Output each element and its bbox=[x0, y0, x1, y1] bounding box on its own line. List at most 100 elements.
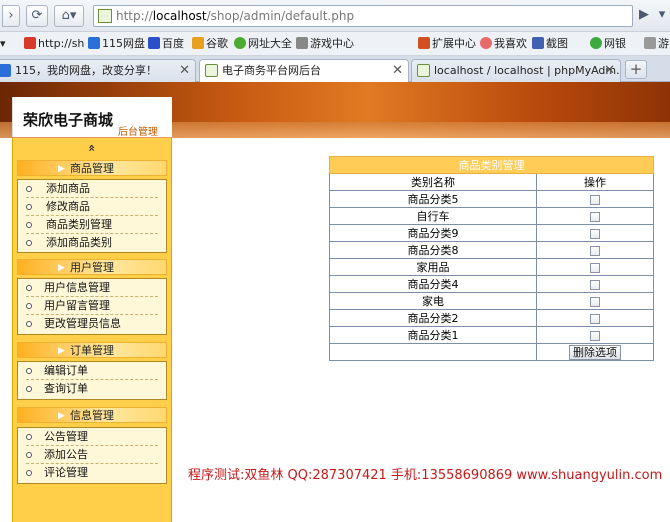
menu-item[interactable]: 用户留言管理 bbox=[26, 297, 158, 315]
bookmark-icon bbox=[644, 37, 656, 49]
bookmarks-bar: ▾ http://sh 115网盘 百度 谷歌 网址大全 游戏中心 扩展中心 我… bbox=[0, 32, 670, 56]
select-checkbox[interactable] bbox=[590, 194, 600, 205]
bookmark-label: 百度 bbox=[162, 37, 184, 50]
bookmark-item[interactable]: 截图 bbox=[532, 37, 568, 51]
bookmark-item[interactable]: 游 bbox=[644, 37, 669, 51]
action-cell bbox=[536, 326, 654, 344]
menu-group-title: 用户管理 bbox=[70, 261, 114, 274]
bullet-icon bbox=[26, 240, 32, 246]
menu-group-title: 商品管理 bbox=[70, 162, 114, 175]
category-name-cell: 商品分类9 bbox=[329, 224, 537, 242]
menu-item[interactable]: 用户信息管理 bbox=[26, 279, 158, 297]
bullet-icon bbox=[26, 470, 32, 476]
refresh-icon[interactable]: ⟳ bbox=[26, 5, 48, 27]
go-button[interactable]: ▶ bbox=[636, 5, 652, 27]
action-cell bbox=[536, 207, 654, 225]
select-checkbox[interactable] bbox=[590, 296, 600, 307]
menu-item[interactable]: 添加商品 bbox=[26, 180, 158, 198]
menu-group-header-orders[interactable]: ▶ 订单管理 bbox=[17, 342, 167, 358]
forward-button[interactable]: › bbox=[2, 5, 20, 27]
browser-tab[interactable]: 115，我的网盘，改变分享！ ✕ bbox=[0, 59, 196, 82]
menu-item[interactable]: 添加公告 bbox=[26, 446, 158, 464]
close-icon[interactable]: ✕ bbox=[604, 60, 615, 81]
menu-group-products: 添加商品 修改商品 商品类别管理 添加商品类别 bbox=[17, 179, 167, 253]
bookmark-item[interactable]: 游戏中心 bbox=[296, 37, 354, 51]
select-checkbox[interactable] bbox=[590, 313, 600, 324]
triangle-right-icon: ▶ bbox=[58, 411, 65, 421]
menu-item[interactable]: 评论管理 bbox=[26, 464, 158, 482]
menu-item[interactable]: 公告管理 bbox=[26, 428, 158, 446]
menu-item[interactable]: 查询订单 bbox=[26, 380, 158, 398]
tab-favicon bbox=[0, 64, 11, 77]
bookmark-icon bbox=[296, 37, 308, 49]
action-cell bbox=[536, 224, 654, 242]
collapse-icon[interactable]: « bbox=[85, 141, 99, 155]
home-icon[interactable]: ⌂▾ bbox=[54, 5, 84, 27]
bookmark-item[interactable]: http://sh bbox=[24, 37, 84, 51]
action-cell bbox=[536, 309, 654, 327]
bullet-icon bbox=[26, 434, 32, 440]
bookmarks-chevron-icon[interactable]: ▾ bbox=[0, 37, 6, 51]
menu-item-label: 修改商品 bbox=[46, 200, 90, 213]
menu-group-users: 用户信息管理 用户留言管理 更改管理员信息 bbox=[17, 278, 167, 335]
table-row: 自行车 bbox=[329, 207, 654, 225]
browser-tab-active[interactable]: 电子商务平台网后台 ✕ bbox=[199, 59, 409, 83]
table-row: 商品分类1 bbox=[329, 326, 654, 344]
bookmark-item[interactable]: 网银 bbox=[590, 37, 626, 51]
close-icon[interactable]: ✕ bbox=[392, 60, 403, 81]
category-name-cell: 商品分类2 bbox=[329, 309, 537, 327]
browser-tab[interactable]: localhost / localhost | phpMyAdm... ✕ bbox=[411, 59, 621, 82]
bookmark-item[interactable]: 扩展中心 bbox=[418, 37, 476, 51]
menu-group-header-users[interactable]: ▶ 用户管理 bbox=[17, 259, 167, 275]
bullet-icon bbox=[26, 303, 32, 309]
menu-item[interactable]: 修改商品 bbox=[26, 198, 158, 216]
bullet-icon bbox=[26, 285, 32, 291]
bookmark-icon bbox=[192, 37, 204, 49]
select-checkbox[interactable] bbox=[590, 262, 600, 273]
table-row: 家电 bbox=[329, 292, 654, 310]
action-cell bbox=[536, 292, 654, 310]
menu-item-label: 添加商品 bbox=[46, 182, 90, 195]
bullet-icon bbox=[26, 204, 32, 210]
menu-group-header-info[interactable]: ▶ 信息管理 bbox=[17, 407, 167, 423]
select-checkbox[interactable] bbox=[590, 330, 600, 341]
bookmark-icon bbox=[480, 37, 492, 49]
select-checkbox[interactable] bbox=[590, 245, 600, 256]
menu-item[interactable]: 编辑订单 bbox=[26, 362, 158, 380]
delete-selected-button[interactable]: 删除选项 bbox=[569, 344, 621, 360]
menu-item[interactable]: 添加商品类别 bbox=[26, 234, 158, 252]
menu-item-label: 查询订单 bbox=[44, 382, 88, 395]
table-row: 商品分类9 bbox=[329, 224, 654, 242]
url-prefix: http:// bbox=[116, 9, 153, 23]
menu-item-label: 评论管理 bbox=[44, 466, 88, 479]
new-tab-button[interactable]: + bbox=[625, 60, 647, 79]
bullet-icon bbox=[26, 321, 32, 327]
tab-favicon bbox=[205, 64, 218, 77]
dropdown-button[interactable]: ▾ bbox=[654, 5, 670, 27]
table-row: 商品分类8 bbox=[329, 241, 654, 259]
close-icon[interactable]: ✕ bbox=[179, 60, 190, 81]
menu-group-orders: 编辑订单 查询订单 bbox=[17, 361, 167, 400]
menu-item-label: 用户留言管理 bbox=[44, 299, 110, 312]
select-checkbox[interactable] bbox=[590, 279, 600, 290]
url-input[interactable]: http://localhost/shop/admin/default.php bbox=[93, 5, 633, 27]
menu-item-label: 商品类别管理 bbox=[46, 218, 112, 231]
footer-credit: 程序测试:双鱼林 QQ:287307421 手机:13558690869 www… bbox=[188, 468, 663, 483]
select-checkbox[interactable] bbox=[590, 211, 600, 222]
bookmark-item[interactable]: 谷歌 bbox=[192, 37, 228, 51]
menu-item[interactable]: 商品类别管理 bbox=[26, 216, 158, 234]
menu-item-label: 添加公告 bbox=[44, 448, 88, 461]
tab-strip: 115，我的网盘，改变分享！ ✕ 电子商务平台网后台 ✕ localhost /… bbox=[0, 56, 670, 83]
bookmark-item[interactable]: 网址大全 bbox=[234, 37, 292, 51]
bookmark-item[interactable]: 我喜欢 bbox=[480, 37, 527, 51]
table-row: 商品分类5 bbox=[329, 190, 654, 208]
menu-item[interactable]: 更改管理员信息 bbox=[26, 315, 158, 333]
table-caption-row: 商品类别管理 bbox=[329, 156, 654, 174]
table-caption: 商品类别管理 bbox=[329, 156, 654, 174]
tab-title: 电子商务平台网后台 bbox=[222, 64, 321, 77]
bookmark-item[interactable]: 百度 bbox=[148, 37, 184, 51]
bookmark-item[interactable]: 115网盘 bbox=[88, 37, 145, 51]
menu-group-header-products[interactable]: ▶ 商品管理 bbox=[17, 160, 167, 176]
select-checkbox[interactable] bbox=[590, 228, 600, 239]
category-name-cell: 商品分类1 bbox=[329, 326, 537, 344]
